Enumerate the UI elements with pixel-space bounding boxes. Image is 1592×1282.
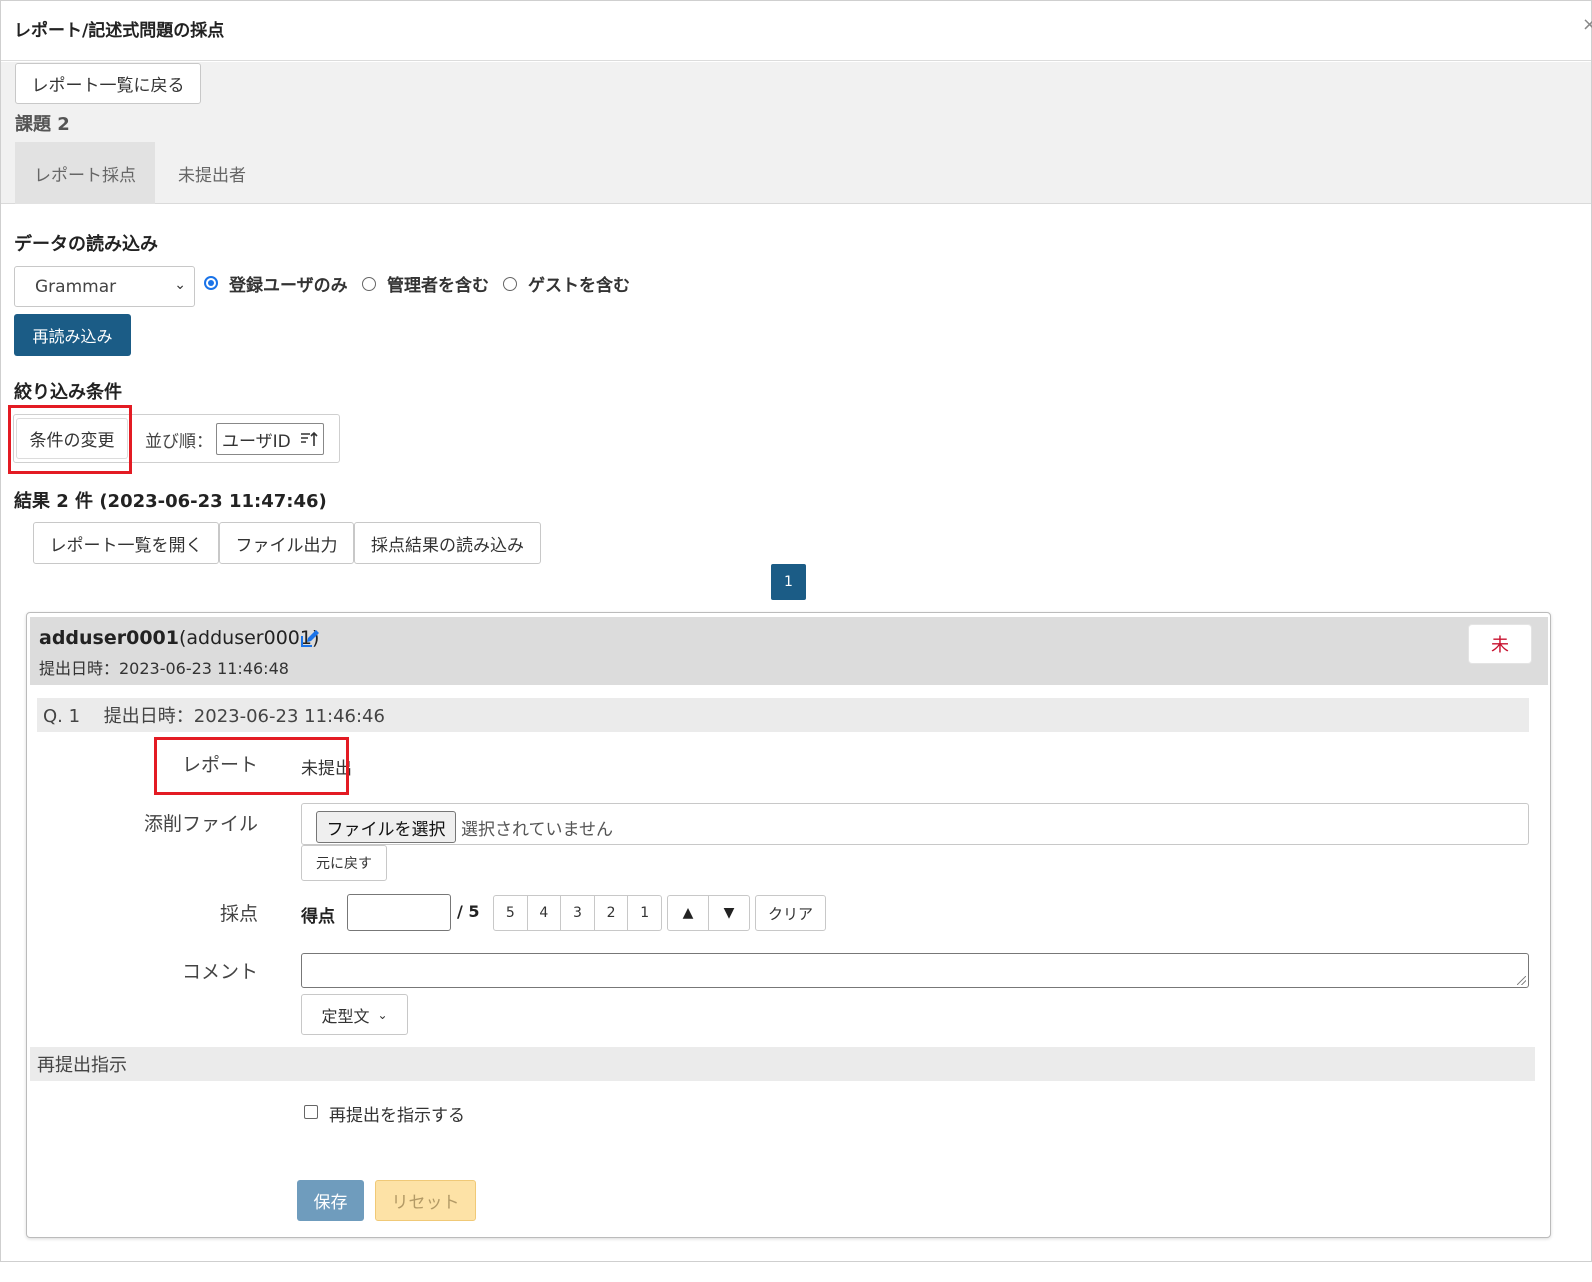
quick-score-2[interactable]: 2	[595, 896, 629, 930]
assignment-title: 課題 2	[15, 114, 70, 135]
back-to-list-button[interactable]: レポート一覧に戻る	[15, 63, 201, 104]
dialog-titlebar	[1, 1, 1591, 61]
file-status: 選択されていません	[461, 820, 613, 840]
grading-label: 採点	[219, 903, 258, 925]
resubmit-checkbox-label: 再提出を指示する	[329, 1106, 465, 1126]
revert-file-button[interactable]: 元に戻す	[301, 845, 387, 881]
radio-include-guests[interactable]	[503, 277, 517, 291]
course-select[interactable]: Grammar ⌄	[14, 266, 195, 307]
question-header: Q. 1 提出日時：2023-06-23 11:46:46	[37, 698, 1529, 732]
comment-textarea[interactable]	[301, 953, 1529, 988]
comment-label: コメント	[181, 961, 258, 983]
highlight-box-report	[154, 737, 349, 795]
quick-score-group: 5 4 3 2 1	[493, 895, 662, 931]
data-load-heading: データの読み込み	[14, 234, 158, 255]
tab-report-grading[interactable]: レポート採点	[15, 142, 155, 204]
template-label: 定型文	[321, 1006, 370, 1026]
dialog-title: レポート/記述式問題の採点	[14, 21, 225, 41]
score-down-button[interactable]: ▼	[709, 896, 749, 930]
close-icon[interactable]: ×	[1582, 14, 1592, 35]
highlight-box-change-conditions	[8, 405, 132, 474]
sort-select[interactable]: ユーザID	[216, 423, 324, 455]
status-badge: 未	[1468, 624, 1532, 664]
reset-button[interactable]: リセット	[375, 1180, 476, 1221]
import-grades-button[interactable]: 採点結果の読み込み	[354, 522, 541, 564]
score-prefix: 得点	[301, 907, 335, 927]
score-input[interactable]	[347, 894, 451, 931]
quick-score-5[interactable]: 5	[494, 896, 528, 930]
resubmit-heading: 再提出指示	[30, 1047, 1535, 1081]
score-arrow-group: ▲ ▼	[667, 895, 750, 931]
sort-label: 並び順：	[145, 432, 213, 452]
save-button[interactable]: 保存	[297, 1180, 364, 1221]
clear-score-button[interactable]: クリア	[755, 895, 826, 931]
file-export-button[interactable]: ファイル出力	[219, 522, 354, 564]
open-report-list-button[interactable]: レポート一覧を開く	[33, 522, 219, 564]
edit-icon[interactable]	[299, 628, 320, 653]
tab-not-submitted[interactable]: 未提出者	[172, 142, 252, 204]
correction-file-label: 添削ファイル	[143, 813, 258, 835]
radio-include-admins[interactable]	[362, 277, 376, 291]
user-id: adduser0001	[39, 627, 179, 649]
chevron-down-icon: ⌄	[174, 277, 186, 293]
reload-button[interactable]: 再読み込み	[14, 314, 131, 356]
radio-label-include-guests: ゲストを含む	[528, 276, 630, 296]
radio-label-include-admins: 管理者を含む	[387, 276, 489, 296]
template-dropdown[interactable]: 定型文 ⌄	[301, 994, 408, 1035]
choose-file-button[interactable]: ファイルを選択	[316, 811, 456, 843]
resubmit-checkbox[interactable]	[304, 1105, 318, 1119]
submission-date: 提出日時：2023-06-23 11:46:48	[39, 659, 289, 678]
resize-grip-icon[interactable]	[1517, 976, 1526, 985]
quick-score-3[interactable]: 3	[561, 896, 595, 930]
submission-user: adduser0001(adduser0001)	[39, 627, 319, 649]
radio-registered-only[interactable]	[204, 276, 218, 290]
course-select-value: Grammar	[35, 276, 117, 297]
pagination-page-1[interactable]: 1	[771, 564, 806, 600]
chevron-down-icon: ⌄	[377, 1007, 388, 1022]
sort-ascending-icon	[299, 429, 319, 454]
result-summary: 結果 2 件 (2023-06-23 11:47:46)	[14, 491, 327, 512]
sort-select-value: ユーザID	[222, 431, 291, 452]
filter-heading: 絞り込み条件	[14, 382, 122, 403]
quick-score-4[interactable]: 4	[528, 896, 562, 930]
quick-score-1[interactable]: 1	[628, 896, 661, 930]
score-max: / 5	[457, 902, 480, 921]
score-up-button[interactable]: ▲	[668, 896, 709, 930]
radio-label-registered-only: 登録ユーザのみ	[229, 276, 348, 296]
